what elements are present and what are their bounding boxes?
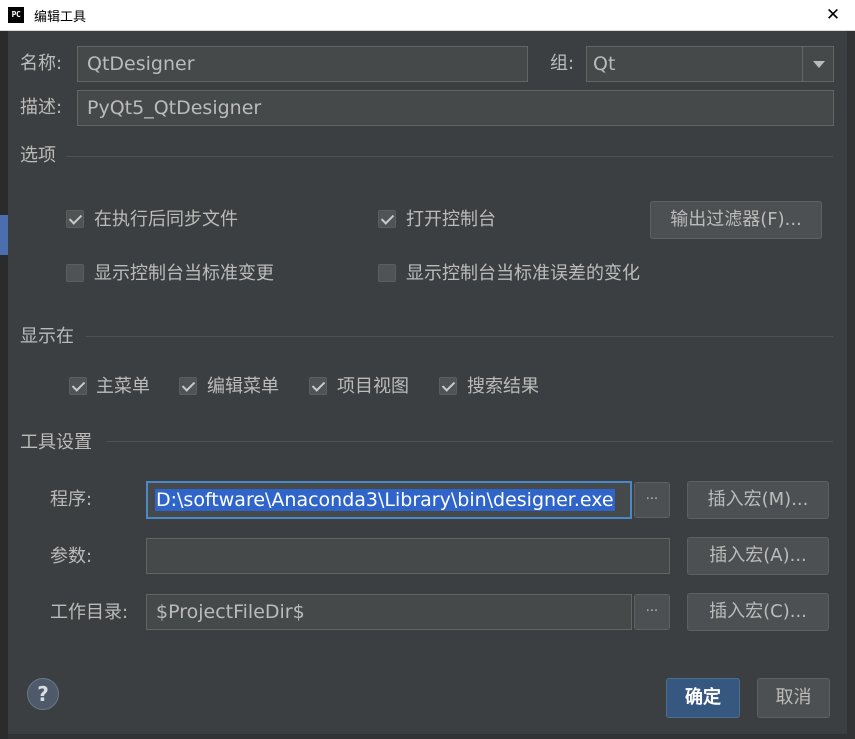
group-label: 组: bbox=[550, 53, 575, 74]
background-window-edge bbox=[0, 31, 8, 739]
show-console-stdout-label: 显示控制台当标准变更 bbox=[94, 263, 274, 284]
ok-button[interactable]: 确定 bbox=[666, 678, 740, 718]
editor-menu-checkbox[interactable] bbox=[179, 377, 197, 395]
background-window-selection bbox=[0, 215, 8, 255]
tool-settings-section-title: 工具设置 bbox=[20, 432, 92, 453]
workdir-browse-button[interactable]: ··· bbox=[634, 594, 670, 630]
close-icon[interactable]: ✕ bbox=[822, 4, 844, 26]
title-bar: PC 编辑工具 ✕ bbox=[0, 0, 855, 31]
open-console-checkbox[interactable] bbox=[378, 210, 396, 228]
main-menu-label: 主菜单 bbox=[96, 376, 150, 397]
tool-settings-separator bbox=[106, 441, 833, 442]
main-menu-checkbox[interactable] bbox=[69, 377, 87, 395]
working-directory-field[interactable]: $ProjectFileDir$ bbox=[146, 594, 632, 630]
description-label: 描述: bbox=[20, 97, 63, 118]
editor-menu-label: 编辑菜单 bbox=[207, 376, 279, 397]
help-icon[interactable]: ? bbox=[27, 678, 59, 710]
options-section-title: 选项 bbox=[20, 145, 56, 166]
show-console-stdout-checkbox[interactable] bbox=[66, 264, 84, 282]
program-browse-button[interactable]: ··· bbox=[634, 482, 670, 518]
open-console-label: 打开控制台 bbox=[406, 209, 496, 230]
show-in-separator bbox=[86, 336, 833, 337]
name-field[interactable]: QtDesigner bbox=[77, 46, 528, 82]
pycharm-app-icon: PC bbox=[8, 7, 24, 23]
combo-divider bbox=[802, 47, 803, 81]
chevron-down-icon[interactable] bbox=[813, 61, 825, 68]
arguments-label: 参数: bbox=[50, 546, 93, 567]
program-value-selected: D:\software\Anaconda3\Library\bin\design… bbox=[155, 489, 615, 511]
insert-macro-c-button[interactable]: 插入宏(C)... bbox=[687, 593, 829, 631]
show-console-stderr-label: 显示控制台当标准误差的变化 bbox=[406, 263, 640, 284]
program-label: 程序: bbox=[50, 489, 93, 510]
sync-files-label: 在执行后同步文件 bbox=[94, 209, 238, 230]
name-label: 名称: bbox=[20, 53, 63, 74]
group-selected-value: Qt bbox=[593, 53, 616, 75]
project-view-label: 项目视图 bbox=[337, 376, 409, 397]
insert-macro-a-button[interactable]: 插入宏(A)... bbox=[687, 537, 829, 575]
options-separator bbox=[66, 156, 833, 157]
sync-files-checkbox[interactable] bbox=[66, 210, 84, 228]
cancel-button[interactable]: 取消 bbox=[757, 678, 830, 718]
show-console-stderr-checkbox[interactable] bbox=[378, 264, 396, 282]
dialog-right-border bbox=[847, 31, 855, 739]
search-results-checkbox[interactable] bbox=[439, 377, 457, 395]
output-filters-button[interactable]: 输出过滤器(F)... bbox=[650, 201, 822, 239]
dialog-bottom-border bbox=[8, 734, 847, 739]
program-field[interactable]: D:\software\Anaconda3\Library\bin\design… bbox=[146, 481, 632, 519]
description-field[interactable]: PyQt5_QtDesigner bbox=[77, 90, 834, 126]
group-combobox[interactable]: Qt bbox=[586, 46, 834, 82]
search-results-label: 搜索结果 bbox=[467, 376, 539, 397]
window-title: 编辑工具 bbox=[34, 10, 87, 25]
insert-macro-m-button[interactable]: 插入宏(M)... bbox=[687, 481, 829, 519]
arguments-field[interactable] bbox=[146, 538, 670, 574]
working-directory-label: 工作目录: bbox=[50, 602, 129, 623]
project-view-checkbox[interactable] bbox=[309, 377, 327, 395]
show-in-section-title: 显示在 bbox=[20, 326, 74, 347]
